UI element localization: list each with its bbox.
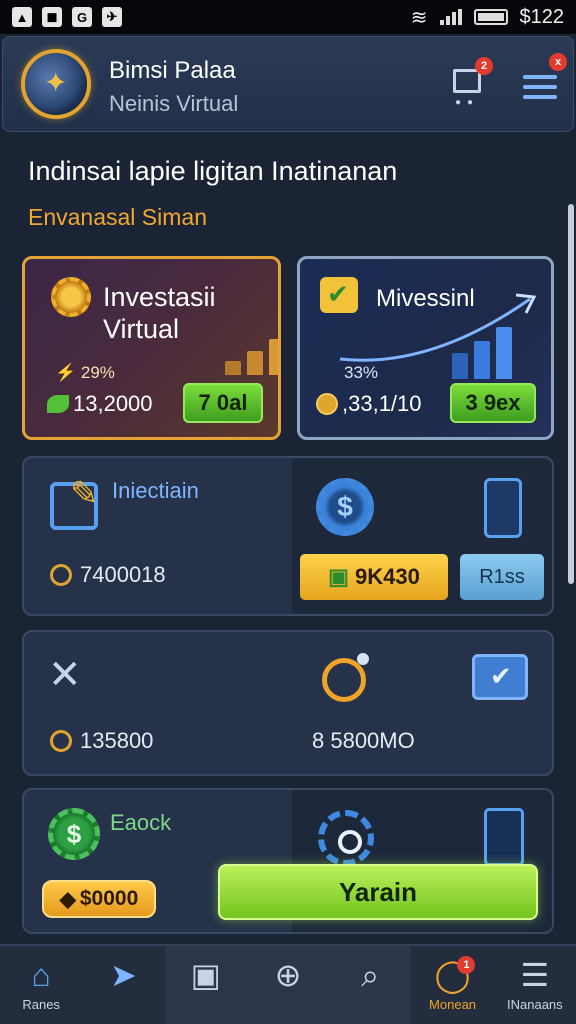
- leaf-icon: [47, 395, 69, 413]
- nav-label: INanaans: [507, 997, 563, 1012]
- card-title-line: Investasii Virtual: [103, 282, 216, 344]
- secondary-button[interactable]: R1ss: [460, 554, 544, 600]
- bonus-amount-button[interactable]: ◆ $0000: [42, 880, 156, 918]
- send-icon: ➤: [110, 957, 137, 993]
- g-icon: G: [72, 7, 92, 27]
- main-cta-button[interactable]: Yarain: [218, 864, 538, 920]
- diamond-icon: ◆: [59, 887, 76, 911]
- investment-card[interactable]: Investasii Virtual ⚡ 29% 13,2000 7 0al: [22, 256, 281, 440]
- nav-label: Monean: [429, 997, 477, 1012]
- edit-icon: [50, 474, 99, 530]
- nav-monean[interactable]: ◯ Monean 1: [411, 946, 493, 1024]
- nav-home[interactable]: ⌂ Ranes: [0, 946, 82, 1024]
- section-subheading: Envanasal Siman: [28, 204, 207, 230]
- bonus-panel: $ Eaock ◆ $0000 Yarain: [22, 788, 554, 934]
- cart-button[interactable]: ●● 2: [449, 57, 493, 109]
- app-title: Bimsi Palaa: [109, 57, 236, 84]
- mivessin-card[interactable]: Mivessinl 33% ,33,1/10 3 9ex: [297, 256, 554, 440]
- phone-icon: [484, 478, 522, 538]
- mivessin-action-button[interactable]: 3 9ex: [450, 383, 536, 423]
- signal-icon: [439, 9, 462, 25]
- dollar-gear-icon: $: [316, 478, 374, 536]
- wifi-icon: ≋: [410, 6, 428, 29]
- gear-icon: [51, 277, 91, 317]
- page-headline: Indinsai lapie ligitan Inatinanan: [28, 156, 398, 186]
- card-percent: 33%: [344, 363, 379, 382]
- coin-icon: [50, 564, 72, 586]
- stats-panel: ✕ 135800 8 5800MO: [22, 630, 554, 776]
- status-time: $122: [519, 5, 565, 28]
- coin-icon: [50, 730, 72, 752]
- status-bar: ▲ ◼ G ✈ ≋ $122: [0, 0, 576, 34]
- plus-icon: ⊕: [274, 957, 302, 993]
- panel-label: Eaock: [110, 810, 172, 835]
- crossed-tools-icon: ✕: [48, 653, 82, 697]
- nav-send[interactable]: ➤: [82, 946, 164, 1024]
- money-gear-icon: $: [48, 808, 100, 860]
- app-logo[interactable]: [21, 49, 91, 119]
- cart-wheels: ●●: [455, 97, 480, 108]
- cart-badge: 2: [475, 57, 493, 75]
- nav-wallet[interactable]: ▣: [164, 946, 247, 1024]
- app-header: Bimsi Palaa Neinis Virtual ●● 2 x: [2, 36, 574, 132]
- injection-panel: Iniectiain 7400018 $ ▣9K430 R1ss: [22, 456, 554, 616]
- card-percent: ⚡ 29%: [55, 363, 115, 382]
- check-icon: ▣: [328, 564, 349, 589]
- card-amount: ,33,1/10: [342, 391, 422, 416]
- menu-button[interactable]: x: [519, 53, 567, 109]
- scrollbar[interactable]: [568, 204, 574, 584]
- primary-amount-button[interactable]: ▣ 9K430: [300, 554, 448, 600]
- panel-value-left: 135800: [80, 728, 154, 753]
- menu-badge: x: [549, 53, 567, 71]
- image-icon: ▲: [12, 7, 32, 27]
- card-amount: 13,2000: [73, 391, 153, 416]
- panel-value-right: 8 5800MO: [312, 728, 415, 753]
- search-gear-icon: [318, 810, 374, 866]
- bar-chart-icon: [452, 327, 512, 379]
- nav-badge: 1: [457, 956, 476, 974]
- document-icon: [484, 808, 524, 866]
- search-icon: ⌕: [361, 957, 380, 993]
- panel-label: Iniectiain: [112, 478, 199, 503]
- app-subtitle: Neinis Virtual: [109, 91, 239, 116]
- share-icon: [322, 653, 369, 702]
- nav-label: Ranes: [22, 997, 60, 1012]
- coin-icon: [316, 393, 338, 415]
- battery-icon: [473, 9, 508, 25]
- nav-search[interactable]: ⌕: [329, 946, 412, 1024]
- bottom-navigation: ⌂ Ranes ➤ ▣ ⊕ ⌕ ◯ Monean 1 ☰ INanaans: [0, 944, 576, 1024]
- menu-icon: ☰: [520, 957, 550, 993]
- message-icon[interactable]: [472, 654, 528, 700]
- invest-action-button[interactable]: 7 0al: [183, 383, 263, 423]
- nav-add[interactable]: ⊕: [246, 946, 330, 1024]
- cart-icon: [453, 69, 481, 93]
- photo-icon: ◼: [42, 7, 62, 27]
- wallet-icon: ▣: [190, 957, 221, 993]
- game-icon: ✈: [102, 7, 122, 27]
- home-icon: ⌂: [31, 957, 51, 993]
- bar-chart-icon: [225, 339, 278, 375]
- nav-menu[interactable]: ☰ INanaans: [494, 946, 576, 1024]
- panel-value: 7400018: [80, 562, 166, 587]
